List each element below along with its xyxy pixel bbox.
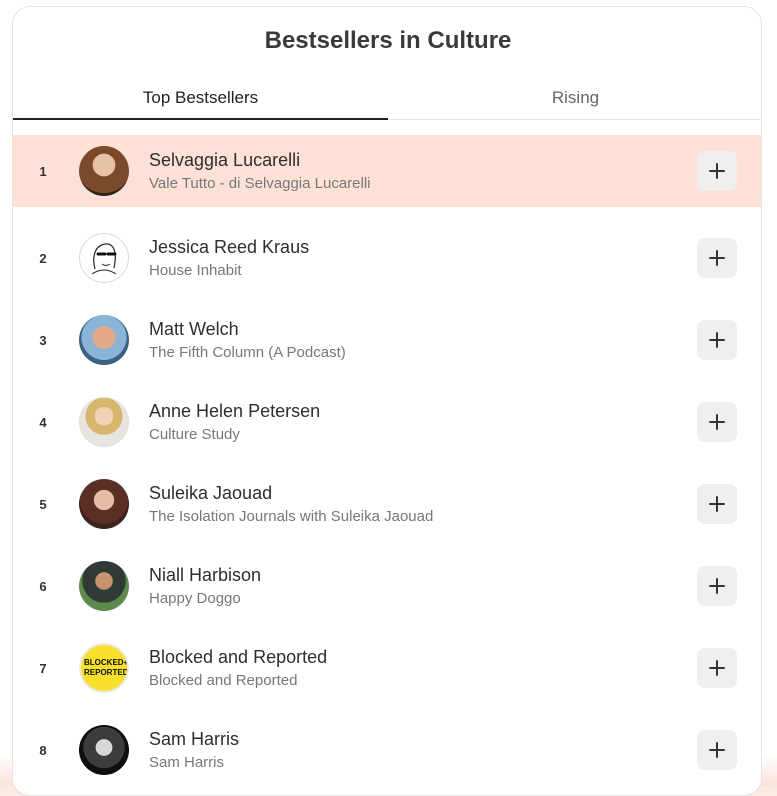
logo-text: BLOCKED+ REPORTED <box>84 658 129 677</box>
publication-name: Happy Doggo <box>149 589 241 607</box>
tab-bar: Top Bestsellers Rising <box>13 85 761 120</box>
avatar[interactable] <box>79 315 129 365</box>
follow-button[interactable] <box>697 151 737 191</box>
follow-button[interactable] <box>697 648 737 688</box>
follow-button[interactable] <box>697 566 737 606</box>
rank-number: 2 <box>39 250 47 266</box>
tab-top-bestsellers[interactable]: Top Bestsellers <box>13 85 388 120</box>
avatar[interactable] <box>79 397 129 447</box>
follow-button[interactable] <box>697 402 737 442</box>
plus-icon <box>709 250 725 266</box>
plus-icon <box>709 414 725 430</box>
avatar[interactable] <box>79 725 129 775</box>
page-title: Bestsellers in Culture <box>264 27 512 54</box>
list-item[interactable]: 1 Selvaggia Lucarelli Vale Tutto - di Se… <box>13 135 761 207</box>
plus-icon <box>709 496 725 512</box>
list-item[interactable]: 4 Anne Helen Petersen Culture Study <box>13 381 761 463</box>
author-name[interactable]: Anne Helen Petersen <box>149 399 697 423</box>
author-name[interactable]: Matt Welch <box>149 317 697 341</box>
avatar[interactable] <box>79 561 129 611</box>
list-item[interactable]: 7 BLOCKED+ REPORTED Blocked and Reported… <box>13 627 761 709</box>
author-name[interactable]: Niall Harbison <box>149 563 697 587</box>
follow-button[interactable] <box>697 484 737 524</box>
follow-button[interactable] <box>697 320 737 360</box>
plus-icon <box>709 660 725 676</box>
author-name[interactable]: Selvaggia Lucarelli <box>149 148 697 172</box>
rank-number: 4 <box>39 414 47 430</box>
plus-icon <box>709 163 725 179</box>
list-item[interactable]: 5 Suleika Jaouad The Isolation Journals … <box>13 463 761 545</box>
publication-name: The Fifth Column (A Podcast) <box>149 343 346 361</box>
author-name[interactable]: Suleika Jaouad <box>149 481 697 505</box>
list-item[interactable]: 2 Jessica Reed Kraus House Inhabit <box>13 217 761 299</box>
author-name[interactable]: Blocked and Reported <box>149 645 697 669</box>
publication-name: Blocked and Reported <box>149 671 298 689</box>
list-item[interactable]: 6 Niall Harbison Happy Doggo <box>13 545 761 627</box>
bestseller-list: 1 Selvaggia Lucarelli Vale Tutto - di Se… <box>13 135 761 791</box>
rank-number: 8 <box>39 742 47 758</box>
publication-name: Culture Study <box>149 425 240 443</box>
avatar[interactable] <box>79 479 129 529</box>
avatar[interactable] <box>79 233 129 283</box>
illustration-icon <box>91 243 117 275</box>
plus-icon <box>709 578 725 594</box>
follow-button[interactable] <box>697 238 737 278</box>
rank-number: 3 <box>39 332 47 348</box>
publication-name: Sam Harris <box>149 753 225 771</box>
author-name[interactable]: Sam Harris <box>149 727 697 751</box>
rank-number: 6 <box>39 578 47 594</box>
list-item[interactable]: 8 Sam Harris Sam Harris <box>13 709 761 791</box>
publication-name: House Inhabit <box>149 261 242 279</box>
list-item[interactable]: 3 Matt Welch The Fifth Column (A Podcast… <box>13 299 761 381</box>
bestsellers-card: Bestsellers in Culture Top Bestsellers R… <box>12 6 762 796</box>
avatar[interactable] <box>79 146 129 196</box>
publication-name: The Isolation Journals with Suleika Jaou… <box>149 507 434 525</box>
avatar-logo[interactable]: BLOCKED+ REPORTED <box>79 643 129 693</box>
author-name[interactable]: Jessica Reed Kraus <box>149 235 697 259</box>
follow-button[interactable] <box>697 730 737 770</box>
plus-icon <box>709 742 725 758</box>
rank-number: 1 <box>39 163 47 179</box>
publication-name: Vale Tutto - di Selvaggia Lucarelli <box>149 174 371 192</box>
rank-number: 7 <box>39 660 47 676</box>
rank-number: 5 <box>39 496 47 512</box>
tab-rising[interactable]: Rising <box>388 85 761 119</box>
plus-icon <box>709 332 725 348</box>
